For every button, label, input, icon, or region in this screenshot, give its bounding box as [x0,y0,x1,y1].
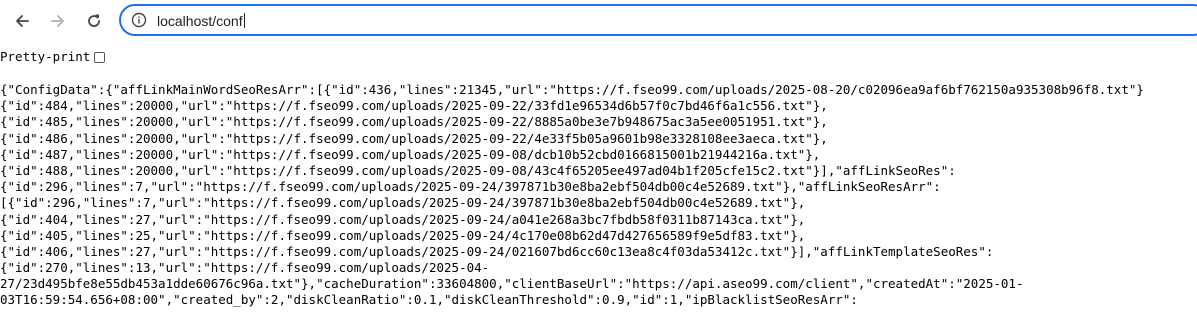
pretty-print-label: Pretty-print [0,49,91,64]
json-line: {"id":488,"lines":20000,"url":"https://f… [0,162,956,178]
json-line: {"id":270,"lines":13,"url":"https://f.fs… [0,260,490,276]
arrow-left-icon [16,15,29,27]
json-line: {"id":486,"lines":20000,"url":"https://f… [0,130,828,146]
info-icon[interactable] [131,12,147,28]
url-text[interactable]: localhost/conf [157,12,245,30]
json-line: {"id":296,"lines":7,"url":"https://f.fse… [0,179,941,195]
json-line: 03T16:59:54.656+08:00","created_by":2,"d… [0,292,858,308]
forward-button[interactable] [42,5,74,37]
json-line: {"id":484,"lines":20000,"url":"https://f… [0,98,828,114]
json-line: {"id":405,"lines":25,"url":"https://f.fs… [0,227,806,243]
url-value: localhost/conf [157,13,243,29]
json-line: 27/23d495bfe8e55db453a1dde60676c96a.txt"… [0,276,1024,292]
json-line: {"id":406,"lines":27,"url":"https://f.fs… [0,243,994,259]
text-caret [243,13,245,28]
json-line: {"ConfigData":{"affLinkMainWordSeoResArr… [0,82,1144,97]
json-line: {"id":485,"lines":20000,"url":"https://f… [0,114,828,130]
reload-icon [88,14,100,27]
json-content: {"ConfigData":{"affLinkMainWordSeoResArr… [0,82,1144,309]
address-bar[interactable]: localhost/conf [119,4,1197,36]
arrow-right-icon [51,15,64,27]
pretty-print-row: Pretty-print [0,48,106,66]
json-line: [{"id":296,"lines":7,"url":"https://f.fs… [0,195,806,211]
back-button[interactable] [6,5,38,37]
browser-toolbar: localhost/conf [0,0,1197,42]
json-line: {"id":487,"lines":20000,"url":"https://f… [0,146,821,162]
reload-button[interactable] [78,5,110,37]
pretty-print-checkbox[interactable] [94,51,106,63]
json-line: {"id":404,"lines":27,"url":"https://f.fs… [0,211,806,227]
